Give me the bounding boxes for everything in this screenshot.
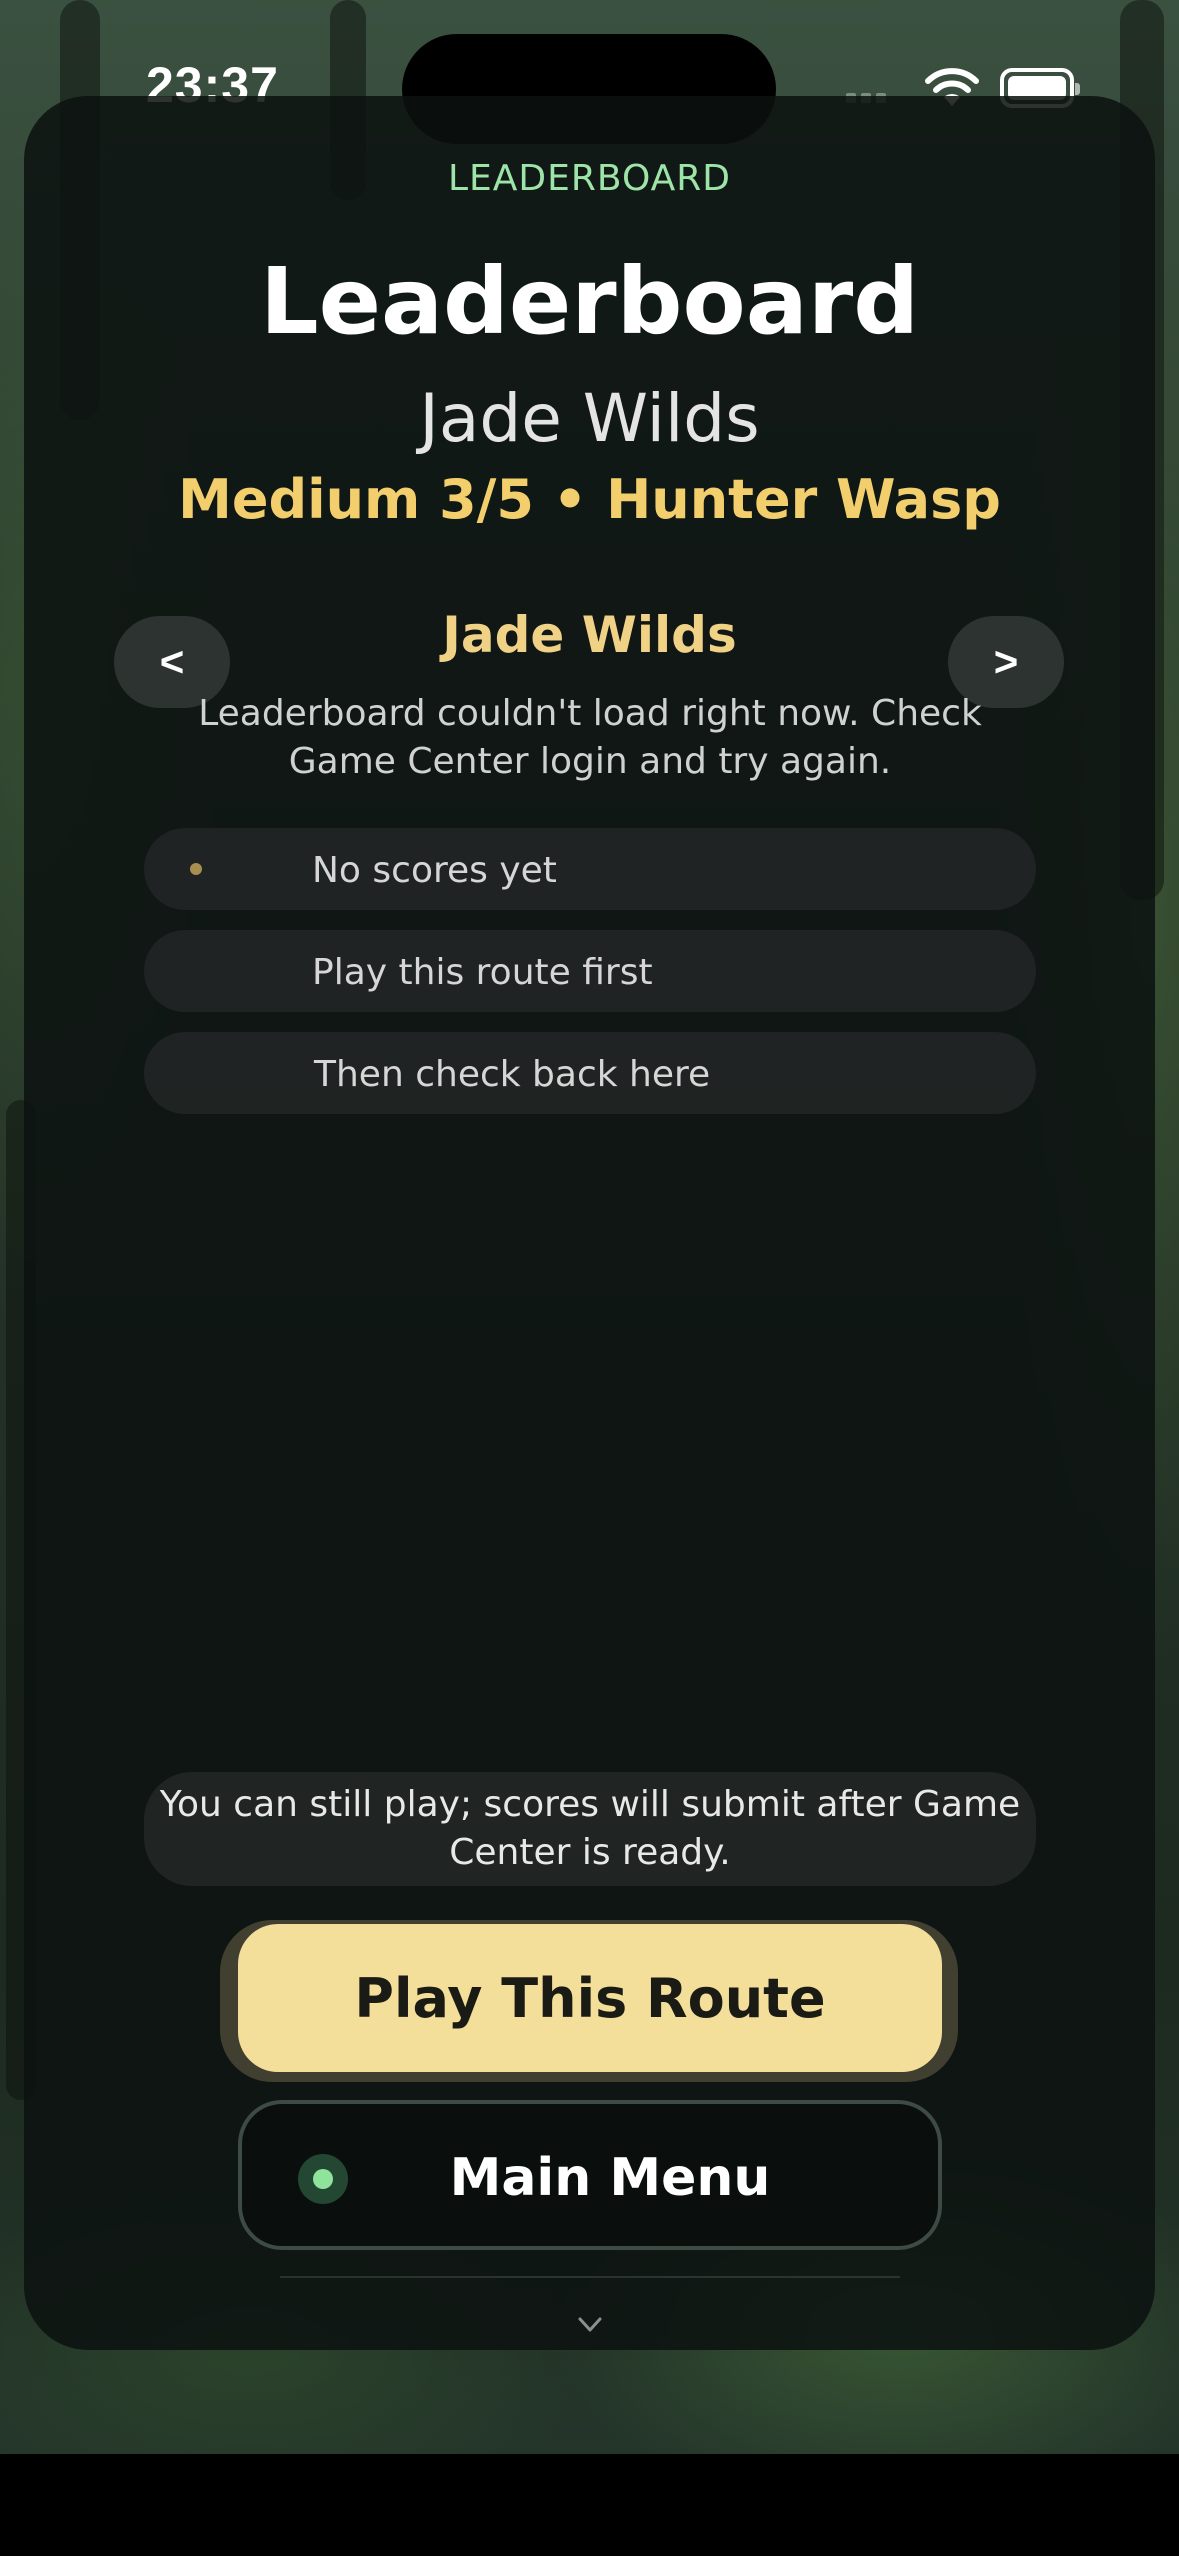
home-indicator-area bbox=[0, 2454, 1179, 2556]
route-subtitle: Jade Wilds bbox=[419, 380, 760, 457]
list-item-text: Play this route first bbox=[312, 952, 653, 993]
difficulty-meta: Medium 3/5 • Hunter Wasp bbox=[178, 468, 1001, 531]
list-item: Play this route first bbox=[144, 930, 1036, 1012]
error-message: Leaderboard couldn't load right now. Che… bbox=[198, 693, 982, 782]
main-menu-button[interactable]: Main Menu bbox=[238, 2100, 942, 2250]
page-title: Leaderboard bbox=[259, 248, 920, 355]
list-item: No scores yet bbox=[144, 828, 1036, 910]
list-item-text: Then check back here bbox=[314, 1054, 711, 1095]
list-item: Then check back here bbox=[144, 1032, 1036, 1114]
main-menu-label: Main Menu bbox=[449, 2148, 771, 2208]
game-center-notice: You can still play; scores will submit a… bbox=[144, 1772, 1036, 1886]
list-item-text: No scores yet bbox=[312, 850, 557, 891]
divider bbox=[280, 2276, 900, 2278]
bullet-icon bbox=[190, 863, 202, 875]
play-route-button[interactable]: Play This Route bbox=[238, 1924, 942, 2072]
section-eyebrow: LEADERBOARD bbox=[447, 158, 732, 199]
chevron-down-icon[interactable] bbox=[570, 2304, 610, 2344]
